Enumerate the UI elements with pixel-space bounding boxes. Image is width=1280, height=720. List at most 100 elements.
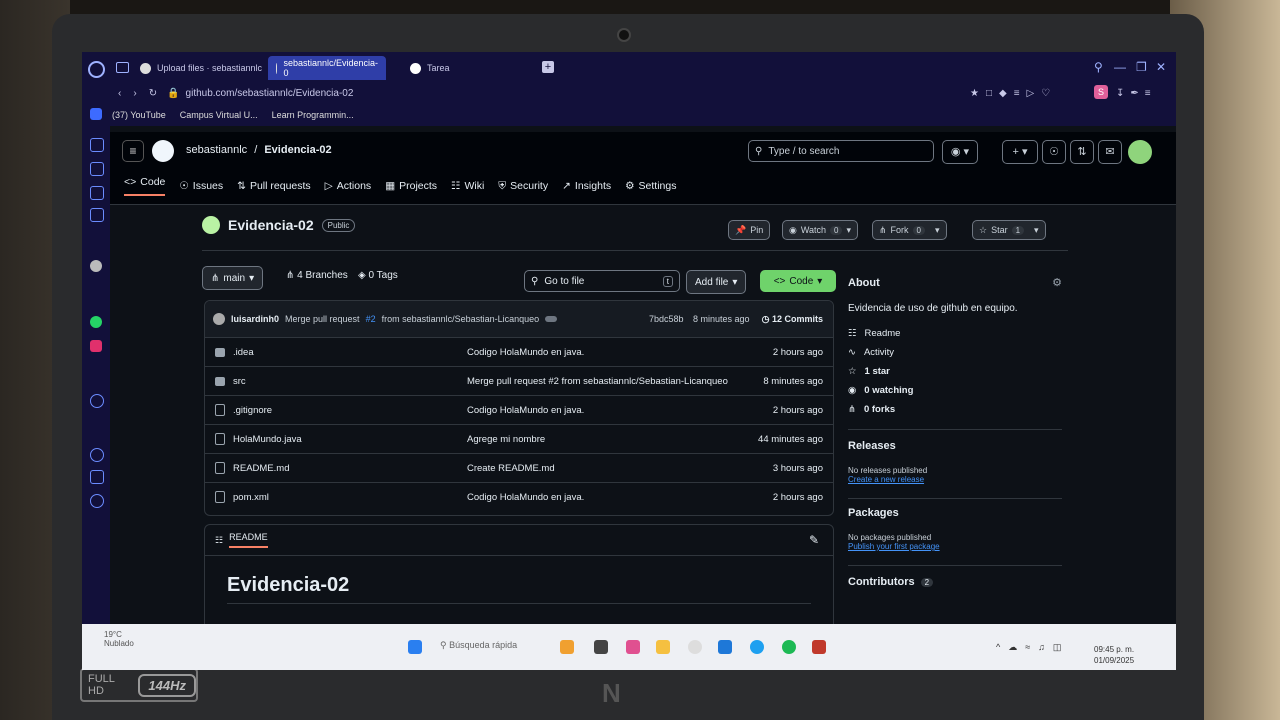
breadcrumb-repo[interactable]: Evidencia-02 bbox=[264, 144, 331, 156]
repo-name[interactable]: Evidencia-02 bbox=[228, 217, 314, 233]
bookmark-youtube[interactable]: (37) YouTube bbox=[112, 110, 166, 120]
windows-start-icon[interactable] bbox=[408, 640, 422, 654]
file-name[interactable]: .gitignore bbox=[233, 405, 272, 416]
file-row[interactable]: README.md Create README.md 3 hours ago bbox=[205, 454, 833, 483]
tab-projects[interactable]: ▦ Projects bbox=[385, 176, 437, 196]
ellipsis-icon[interactable] bbox=[545, 316, 558, 322]
app-icon[interactable] bbox=[626, 640, 640, 654]
new-tab-icon[interactable]: + bbox=[542, 61, 554, 73]
file-commit-message[interactable]: Create README.md bbox=[467, 463, 555, 474]
settings-icon[interactable] bbox=[90, 494, 104, 508]
file-name[interactable]: HolaMundo.java bbox=[233, 434, 302, 445]
system-clock[interactable]: 09:45 p. m. 01/09/2025 bbox=[1094, 644, 1134, 666]
instagram-icon[interactable] bbox=[90, 340, 102, 352]
commits-link[interactable]: ◷ 12 Commits bbox=[762, 314, 823, 325]
tab-actions[interactable]: ▷ Actions bbox=[325, 176, 372, 196]
publish-package-link[interactable]: Publish your first package bbox=[848, 542, 1062, 551]
back-icon[interactable]: ‹ bbox=[118, 88, 121, 99]
file-commit-message[interactable]: Codigo HolaMundo en java. bbox=[467, 405, 584, 416]
tab-evidencia[interactable]: sebastiannlc/Evidencia-0 bbox=[268, 56, 386, 80]
star-button[interactable]: ☆ Star 1 ▾ bbox=[972, 220, 1046, 240]
extension-icons[interactable]: ★□◆≡▷♡ bbox=[970, 88, 1057, 99]
file-explorer-icon[interactable] bbox=[656, 640, 670, 654]
tab-wiki[interactable]: ☷ Wiki bbox=[451, 176, 484, 196]
file-row[interactable]: pom.xml Codigo HolaMundo en java. 2 hour… bbox=[205, 483, 833, 511]
file-commit-message[interactable]: Merge pull request #2 from sebastiannlc/… bbox=[467, 376, 728, 387]
profile-icon[interactable]: S bbox=[1094, 85, 1108, 99]
store-icon[interactable] bbox=[718, 640, 732, 654]
about-stars-link[interactable]: ☆ 1 star bbox=[848, 366, 1062, 377]
file-row[interactable]: .gitignore Codigo HolaMundo en java. 2 h… bbox=[205, 396, 833, 425]
bookmark-campus[interactable]: Campus Virtual U... bbox=[180, 110, 258, 120]
bag-icon[interactable] bbox=[90, 162, 104, 176]
pull-requests-icon[interactable]: ⇅ bbox=[1070, 140, 1094, 164]
tab-security[interactable]: ⛨ Security bbox=[498, 176, 548, 196]
file-name[interactable]: pom.xml bbox=[233, 492, 269, 503]
releases-heading[interactable]: Releases bbox=[848, 440, 1062, 452]
spotify-icon[interactable] bbox=[782, 640, 796, 654]
minimize-icon[interactable]: — bbox=[1114, 60, 1126, 74]
hamburger-menu-icon[interactable]: ≡ bbox=[122, 140, 144, 162]
issues-icon[interactable]: ☉ bbox=[1042, 140, 1066, 164]
app-icon[interactable] bbox=[750, 640, 764, 654]
add-file-button[interactable]: Add file ▾ bbox=[686, 270, 747, 294]
file-commit-message[interactable]: Codigo HolaMundo en java. bbox=[467, 347, 584, 358]
task-view-icon[interactable] bbox=[594, 640, 608, 654]
branch-select[interactable]: ⋔ main ▾ bbox=[202, 266, 264, 290]
about-watching-link[interactable]: ◉ 0 watching bbox=[848, 385, 1062, 396]
whatsapp-icon[interactable] bbox=[90, 316, 102, 328]
file-name[interactable]: src bbox=[233, 376, 246, 387]
gear-icon[interactable]: ⚙ bbox=[1052, 276, 1062, 289]
home-icon[interactable] bbox=[90, 108, 102, 120]
app-icon[interactable] bbox=[812, 640, 826, 654]
forward-icon[interactable]: › bbox=[133, 88, 136, 99]
close-icon[interactable]: ✕ bbox=[1156, 60, 1166, 74]
app-icon[interactable] bbox=[560, 640, 574, 654]
tab-issues[interactable]: ☉ Issues bbox=[179, 176, 223, 196]
browser-logo-icon[interactable] bbox=[88, 61, 105, 78]
file-row[interactable]: HolaMundo.java Agrege mi nombre 44 minut… bbox=[205, 425, 833, 454]
file-name[interactable]: .idea bbox=[233, 347, 254, 358]
go-to-file-input[interactable]: ⚲ Go to file t bbox=[524, 270, 680, 292]
tab-upload-files[interactable]: Upload files · sebastiannlc bbox=[132, 56, 270, 80]
contributors-heading[interactable]: Contributors bbox=[848, 576, 915, 588]
code-button[interactable]: <> Code ▾ bbox=[760, 270, 836, 292]
maximize-icon[interactable]: ❐ bbox=[1136, 60, 1147, 74]
file-commit-message[interactable]: Agrege mi nombre bbox=[467, 434, 545, 445]
bookmark-learn[interactable]: Learn Programmin... bbox=[272, 110, 354, 120]
pin-button[interactable]: 📌 Pin bbox=[728, 220, 771, 240]
chat-icon[interactable] bbox=[90, 186, 104, 200]
tab-code[interactable]: <> Code bbox=[124, 176, 166, 196]
create-release-link[interactable]: Create a new release bbox=[848, 475, 1062, 484]
inbox-icon[interactable]: ✉ bbox=[1098, 140, 1122, 164]
user-avatar[interactable] bbox=[1128, 140, 1152, 164]
edit-pencil-icon[interactable]: ✎ bbox=[809, 533, 819, 547]
commit-author[interactable]: luisardinh0 bbox=[231, 314, 279, 324]
weather-widget[interactable]: 19°C Nublado bbox=[104, 630, 134, 648]
tab-tarea[interactable]: Tarea bbox=[402, 56, 458, 80]
fork-button[interactable]: ⋔ Fork 0 ▾ bbox=[872, 220, 947, 240]
search-tabs-icon[interactable]: ⚲ bbox=[1094, 60, 1103, 74]
commit-message-prefix[interactable]: Merge pull request bbox=[285, 314, 360, 324]
commit-pr-link[interactable]: #2 bbox=[366, 314, 376, 324]
file-commit-message[interactable]: Codigo HolaMundo en java. bbox=[467, 492, 584, 503]
about-forks-link[interactable]: ⋔ 0 forks bbox=[848, 404, 1062, 415]
player-icon[interactable] bbox=[90, 208, 104, 222]
chrome-icon[interactable] bbox=[688, 640, 702, 654]
url-field[interactable]: github.com/sebastiannlc/Evidencia-02 bbox=[186, 88, 354, 99]
tab-pull-requests[interactable]: ⇅ Pull requests bbox=[237, 176, 311, 196]
watch-button[interactable]: ◉ Watch 0 ▾ bbox=[782, 220, 859, 240]
file-name[interactable]: README.md bbox=[233, 463, 289, 474]
history-icon[interactable] bbox=[90, 138, 104, 152]
system-tray-icons[interactable]: ^☁≈♫◫ bbox=[996, 642, 1069, 653]
clock-icon[interactable] bbox=[90, 448, 104, 462]
tags-link[interactable]: ◈ 0 Tags bbox=[358, 270, 398, 281]
create-new-button[interactable]: + ▾ bbox=[1002, 140, 1038, 164]
branches-link[interactable]: ⋔ 4 Branches bbox=[286, 270, 348, 281]
tab-manager-icon[interactable] bbox=[116, 62, 129, 73]
taskbar-search[interactable]: ⚲ Búsqueda rápida bbox=[440, 640, 517, 651]
file-row[interactable]: .idea Codigo HolaMundo en java. 2 hours … bbox=[205, 338, 833, 367]
commit-hash[interactable]: 7bdc58b bbox=[649, 314, 684, 324]
about-readme-link[interactable]: ☷ Readme bbox=[848, 328, 1062, 339]
readme-tab[interactable]: README bbox=[229, 532, 268, 548]
